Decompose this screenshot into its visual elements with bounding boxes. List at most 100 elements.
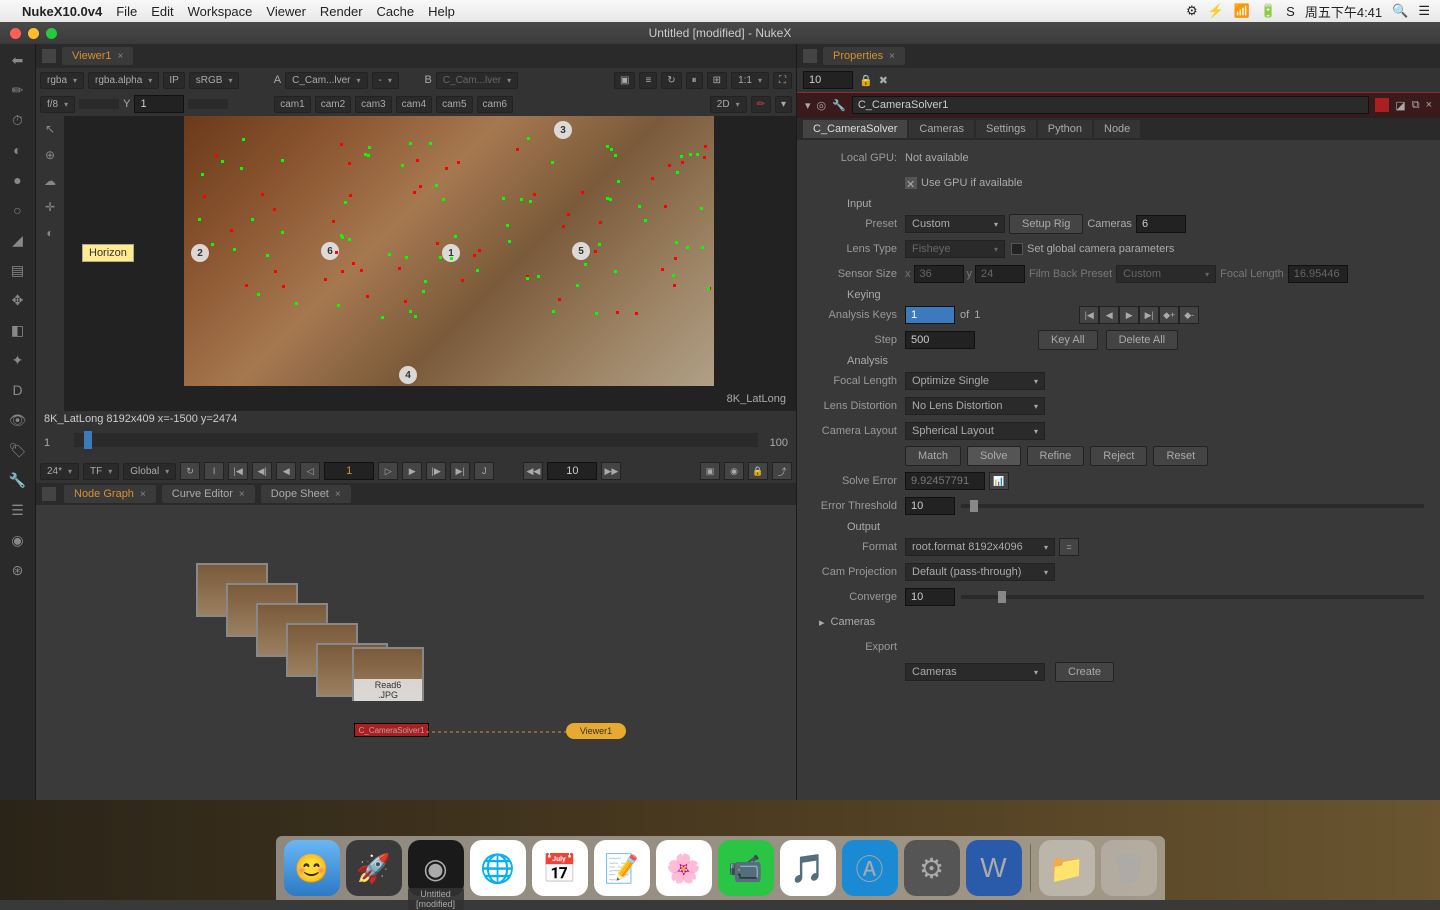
subtab-node[interactable]: Node: [1094, 120, 1140, 138]
in-icon[interactable]: I: [204, 462, 224, 480]
menu-edit[interactable]: Edit: [151, 4, 173, 19]
prev-key-button[interactable]: ◀|: [252, 462, 272, 480]
use-gpu-checkbox[interactable]: ✕: [905, 177, 917, 189]
word-icon[interactable]: W: [966, 840, 1022, 896]
cam-projection-select[interactable]: Default (pass-through): [905, 563, 1055, 581]
pane-menu-icon[interactable]: [42, 49, 56, 63]
step-input[interactable]: 500: [905, 331, 975, 349]
next-key-button[interactable]: |▶: [426, 462, 446, 480]
sensor-x-input[interactable]: 36: [914, 265, 964, 283]
close-icon[interactable]: ×: [140, 489, 146, 500]
tab-curve-editor[interactable]: Curve Editor×: [162, 485, 255, 503]
clear-icon[interactable]: ✖: [879, 74, 888, 87]
pane-menu-icon[interactable]: [42, 487, 56, 501]
timeline-playhead[interactable]: [84, 431, 92, 449]
reject-button[interactable]: Reject: [1090, 446, 1147, 466]
tool-keyer-icon[interactable]: ◢: [8, 230, 28, 250]
expand-icon[interactable]: ⛶: [773, 72, 792, 89]
battery-icon[interactable]: 🔋: [1260, 3, 1276, 19]
lock-icon[interactable]: 🔒: [859, 74, 873, 87]
key-next-button[interactable]: ▶: [1119, 306, 1139, 324]
collapse-icon[interactable]: ▾: [805, 99, 811, 112]
play-fwd-button[interactable]: ▷: [378, 462, 398, 480]
range-input[interactable]: 10: [547, 462, 597, 480]
converge-slider[interactable]: [961, 595, 1424, 599]
cam1-button[interactable]: cam1: [274, 96, 310, 113]
record-icon[interactable]: ✏: [751, 96, 771, 113]
node-color-swatch[interactable]: [1375, 98, 1389, 112]
settings-icon[interactable]: ▾: [775, 96, 792, 113]
tool-filter-icon[interactable]: ○: [8, 200, 28, 220]
node-name-input[interactable]: C_CameraSolver1: [852, 96, 1369, 114]
cam2-button[interactable]: cam2: [315, 96, 351, 113]
cameras-input[interactable]: 6: [1136, 215, 1186, 233]
cam3-button[interactable]: cam3: [355, 96, 391, 113]
wifi-icon[interactable]: 📶: [1234, 3, 1250, 19]
clip-icon[interactable]: ▣: [614, 72, 635, 89]
camera-solver-node[interactable]: C_CameraSolver1: [354, 723, 429, 737]
step-back-button[interactable]: ◀: [276, 462, 296, 480]
key-last-button[interactable]: ▶|: [1139, 306, 1159, 324]
key-remove-button[interactable]: ◆-: [1179, 306, 1199, 324]
tool-furnace-icon[interactable]: ◉: [8, 530, 28, 550]
subtab-cameras[interactable]: Cameras: [909, 120, 974, 138]
fstop-select[interactable]: f/8: [40, 96, 75, 113]
sensor-y-input[interactable]: 24: [975, 265, 1025, 283]
settings-icon[interactable]: ⚙: [904, 840, 960, 896]
node-float-icon[interactable]: ⧉: [1412, 99, 1420, 112]
pointer-icon[interactable]: ↖: [41, 120, 59, 138]
refine-button[interactable]: Refine: [1027, 446, 1085, 466]
range-fwd-button[interactable]: ▶▶: [601, 462, 621, 480]
tool-channel-icon[interactable]: ◐: [8, 140, 28, 160]
cam4-button[interactable]: cam4: [396, 96, 432, 113]
y-input[interactable]: 1: [134, 95, 184, 113]
wrench-icon[interactable]: 🔧: [832, 99, 846, 112]
delete-all-button[interactable]: Delete All: [1106, 330, 1178, 350]
menu-icon[interactable]: ☰: [1418, 3, 1430, 19]
setup-rig-button[interactable]: Setup Rig: [1009, 214, 1083, 234]
cam-marker-5[interactable]: 5: [572, 242, 590, 260]
zoom-select[interactable]: 1:1: [731, 72, 769, 89]
cam5-button[interactable]: cam5: [436, 96, 472, 113]
error-threshold-slider[interactable]: [961, 504, 1424, 508]
format-select[interactable]: root.format 8192x4096: [905, 538, 1055, 556]
cameras-section[interactable]: Cameras: [831, 616, 876, 628]
appstore-icon[interactable]: Ⓐ: [842, 840, 898, 896]
menubar-clock[interactable]: 周五下午4:41: [1305, 2, 1382, 21]
key-prev-button[interactable]: ◀: [1099, 306, 1119, 324]
export-select[interactable]: Cameras: [905, 663, 1045, 681]
tool-color-icon[interactable]: ●: [8, 170, 28, 190]
cloud-icon[interactable]: ☁: [41, 172, 59, 190]
last-frame-button[interactable]: ▶|: [450, 462, 470, 480]
add-icon[interactable]: ⊕: [41, 146, 59, 164]
graph-icon[interactable]: 📊: [989, 472, 1009, 490]
finder-icon[interactable]: 😊: [284, 840, 340, 896]
tool-time-icon[interactable]: ⏱: [8, 110, 28, 130]
viewport[interactable]: 3 2 6 1 5 4 Horizon 8K_LatLong: [64, 116, 796, 411]
tool-import-icon[interactable]: ⬅: [8, 50, 28, 70]
tool-metadata-icon[interactable]: 🏷: [8, 440, 28, 460]
tool-deep-icon[interactable]: D: [8, 380, 28, 400]
cam-marker-3[interactable]: 3: [554, 121, 572, 139]
tool-views-icon[interactable]: 👁: [8, 410, 28, 430]
lines-icon[interactable]: ≡: [639, 72, 657, 89]
chrome-icon[interactable]: 🌐: [470, 840, 526, 896]
create-button[interactable]: Create: [1055, 662, 1114, 682]
error-threshold-input[interactable]: 10: [905, 497, 955, 515]
scope-select[interactable]: Global: [123, 463, 176, 480]
key-first-button[interactable]: |◀: [1079, 306, 1099, 324]
out-icon[interactable]: J: [474, 462, 494, 480]
crosshair-icon[interactable]: ✛: [41, 198, 59, 216]
pause-icon[interactable]: ⏸: [686, 72, 703, 89]
close-icon[interactable]: ×: [335, 489, 341, 500]
key-add-button[interactable]: ◆+: [1159, 306, 1179, 324]
node-disable-icon[interactable]: ◪: [1395, 99, 1405, 112]
tool-draw-icon[interactable]: ✏: [8, 80, 28, 100]
viewer-tab[interactable]: Viewer1×: [62, 47, 133, 65]
menu-help[interactable]: Help: [428, 4, 455, 19]
range-back-button[interactable]: ◀◀: [523, 462, 543, 480]
launchpad-icon[interactable]: 🚀: [346, 840, 402, 896]
colorspace-select[interactable]: sRGB: [189, 72, 240, 89]
tool-3d-icon[interactable]: ◧: [8, 320, 28, 340]
menu-file[interactable]: File: [116, 4, 137, 19]
